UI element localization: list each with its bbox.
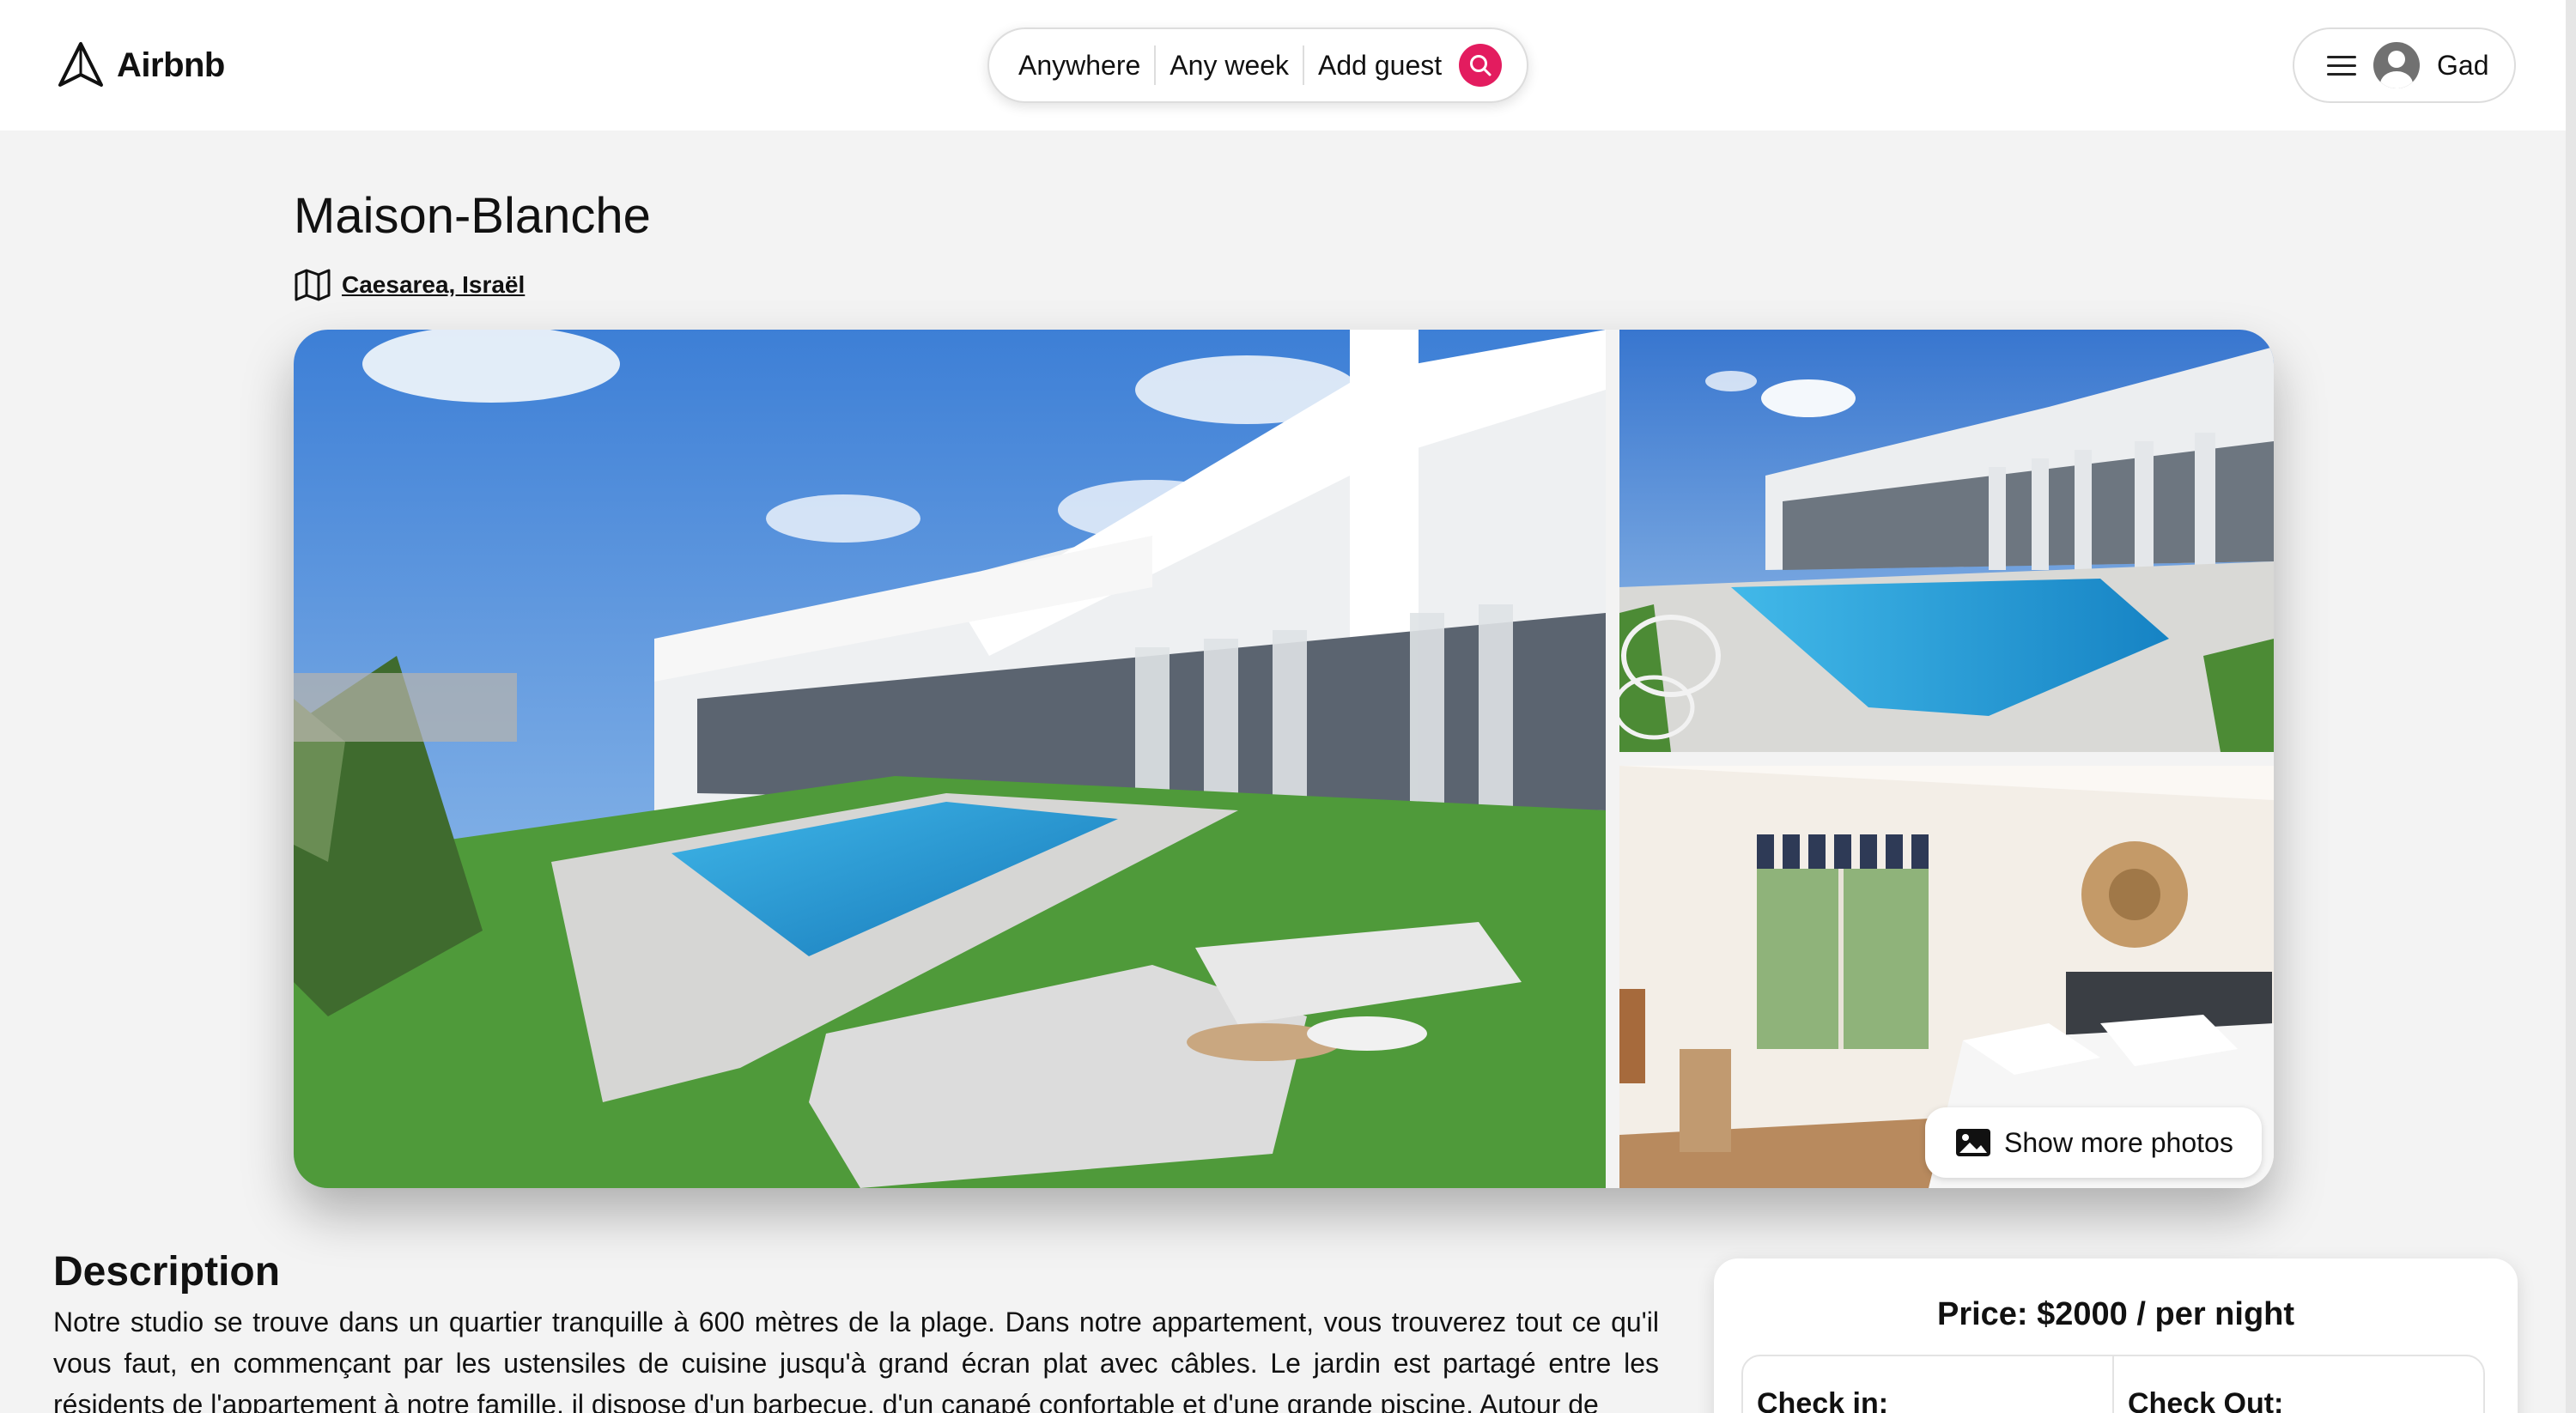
description-text: Notre studio se trouve dans un quartier …: [53, 1307, 1659, 1413]
photo-pool-aerial[interactable]: [1619, 330, 2274, 752]
date-selector: Check in: Check Out:: [1741, 1355, 2485, 1413]
user-name: Gad: [2437, 49, 2489, 81]
top-navbar: Airbnb Anywhere Any week Add guest Gad: [0, 0, 2576, 130]
search-button[interactable]: [1459, 44, 1503, 87]
airbnb-logo[interactable]: Airbnb: [57, 39, 225, 91]
menu-icon: [2327, 55, 2356, 76]
booking-card: Price: $2000 / per night Check in: Check…: [1714, 1258, 2518, 1413]
avatar: [2373, 42, 2420, 88]
search-add-guest[interactable]: Add guest: [1304, 50, 1455, 82]
photo-gallery: Show more photos: [294, 330, 2274, 1188]
search-any-week[interactable]: Any week: [1156, 50, 1303, 82]
check-in-field[interactable]: Check in:: [1743, 1356, 2112, 1413]
page-scrollbar[interactable]: [2566, 0, 2576, 1413]
photo-villa-exterior[interactable]: [294, 330, 1606, 1188]
search-icon: [1470, 55, 1492, 76]
show-more-photos-button[interactable]: Show more photos: [1925, 1107, 2262, 1178]
price-per-night: Price: $2000 / per night: [1936, 1296, 2295, 1332]
brand-name: Airbnb: [117, 45, 225, 84]
location-link[interactable]: Caesarea, Israël: [342, 271, 525, 299]
show-more-photos-label: Show more photos: [2004, 1126, 2233, 1158]
listing-title: Maison-Blanche: [294, 188, 651, 244]
description-heading: Description: [53, 1249, 281, 1295]
search-anywhere[interactable]: Anywhere: [1018, 50, 1154, 82]
search-bar[interactable]: Anywhere Any week Add guest: [987, 27, 1528, 103]
listing-location[interactable]: Caesarea, Israël: [294, 268, 525, 302]
map-icon: [295, 269, 331, 301]
check-out-field[interactable]: Check Out:: [2112, 1356, 2483, 1413]
user-menu-button[interactable]: Gad: [2293, 27, 2516, 103]
image-icon: [1956, 1129, 1990, 1156]
airbnb-logo-icon: [58, 42, 103, 87]
